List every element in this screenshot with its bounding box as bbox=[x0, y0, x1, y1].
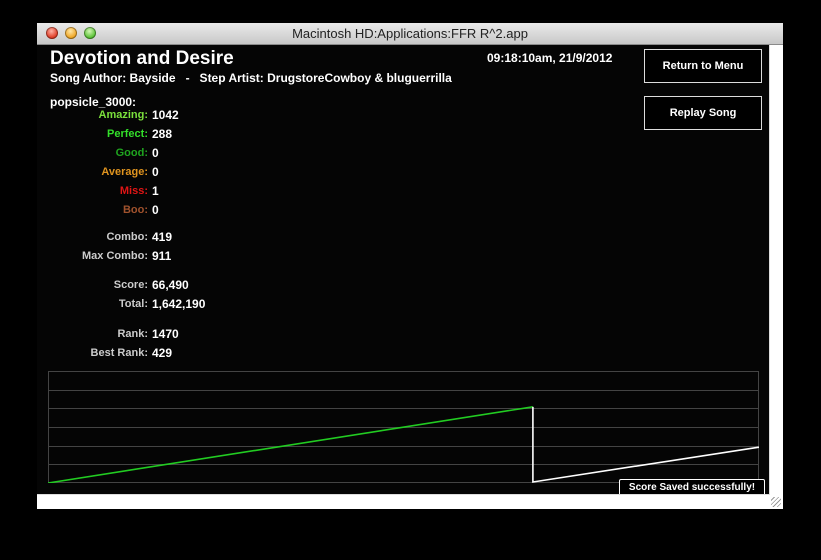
song-title: Devotion and Desire bbox=[50, 48, 234, 69]
judgement-row: Amazing: 1042 bbox=[37, 108, 287, 127]
stat-label: Boo: bbox=[122, 204, 148, 216]
rank-row: Best Rank: 429 bbox=[37, 346, 287, 365]
window-title: Macintosh HD:Applications:FFR R^2.app bbox=[292, 26, 528, 41]
return-to-menu-button[interactable]: Return to Menu bbox=[644, 49, 762, 83]
judgement-row: Average: 0 bbox=[37, 165, 287, 184]
score-graph bbox=[48, 371, 759, 483]
app-window: Macintosh HD:Applications:FFR R^2.app De… bbox=[37, 23, 783, 509]
stat-label: Perfect: bbox=[107, 128, 148, 140]
stat-label: Rank: bbox=[117, 328, 148, 340]
judgement-row: Perfect: 288 bbox=[37, 127, 287, 146]
stat-value: 1,642,190 bbox=[152, 297, 206, 311]
graph-green-line bbox=[48, 406, 534, 483]
stat-value: 911 bbox=[152, 249, 172, 263]
stat-label: Total: bbox=[118, 298, 148, 310]
combo-row: Combo: 419 bbox=[37, 230, 287, 249]
horizontal-scrollbar[interactable] bbox=[37, 494, 770, 509]
judgement-row: Boo: 0 bbox=[37, 203, 287, 222]
resize-grip-icon[interactable] bbox=[771, 497, 781, 507]
stat-value: 1470 bbox=[152, 327, 179, 341]
stat-value: 1042 bbox=[152, 108, 179, 122]
stat-label: Best Rank: bbox=[90, 347, 148, 359]
timestamp: 09:18:10am, 21/9/2012 bbox=[487, 51, 613, 65]
stat-label: Average: bbox=[101, 166, 148, 178]
player-name: popsicle_3000: bbox=[50, 95, 137, 109]
stat-value: 419 bbox=[152, 230, 173, 244]
title-bar[interactable]: Macintosh HD:Applications:FFR R^2.app bbox=[37, 23, 783, 45]
stat-value: 1 bbox=[152, 184, 159, 198]
results-screen: Devotion and Desire Song Author: Bayside… bbox=[37, 45, 770, 496]
judgement-row: Good: 0 bbox=[37, 146, 287, 165]
stat-label: Amazing: bbox=[98, 109, 149, 121]
stat-value: 0 bbox=[152, 165, 159, 179]
score-row: Total: 1,642,190 bbox=[37, 297, 287, 316]
combo-row: Max Combo: 911 bbox=[37, 249, 287, 268]
rank-row: Rank: 1470 bbox=[37, 327, 287, 346]
stat-label: Max Combo: bbox=[82, 250, 148, 262]
vertical-scrollbar[interactable] bbox=[769, 45, 783, 509]
stat-value: 0 bbox=[152, 146, 159, 160]
song-author-line: Song Author: Bayside - Step Artist: Drug… bbox=[50, 71, 452, 85]
graph-white-line bbox=[532, 406, 759, 483]
stat-label: Score: bbox=[113, 279, 148, 291]
stat-label: Good: bbox=[115, 147, 148, 159]
replay-song-button[interactable]: Replay Song bbox=[644, 96, 762, 130]
stat-value: 0 bbox=[152, 203, 159, 217]
stat-value: 66,490 bbox=[152, 278, 189, 292]
stat-value: 429 bbox=[152, 346, 173, 360]
stat-value: 288 bbox=[152, 127, 173, 141]
stat-label: Miss: bbox=[119, 185, 148, 197]
score-row: Score: 66,490 bbox=[37, 278, 287, 297]
judgement-row: Miss: 1 bbox=[37, 184, 287, 203]
stat-label: Combo: bbox=[106, 231, 148, 243]
